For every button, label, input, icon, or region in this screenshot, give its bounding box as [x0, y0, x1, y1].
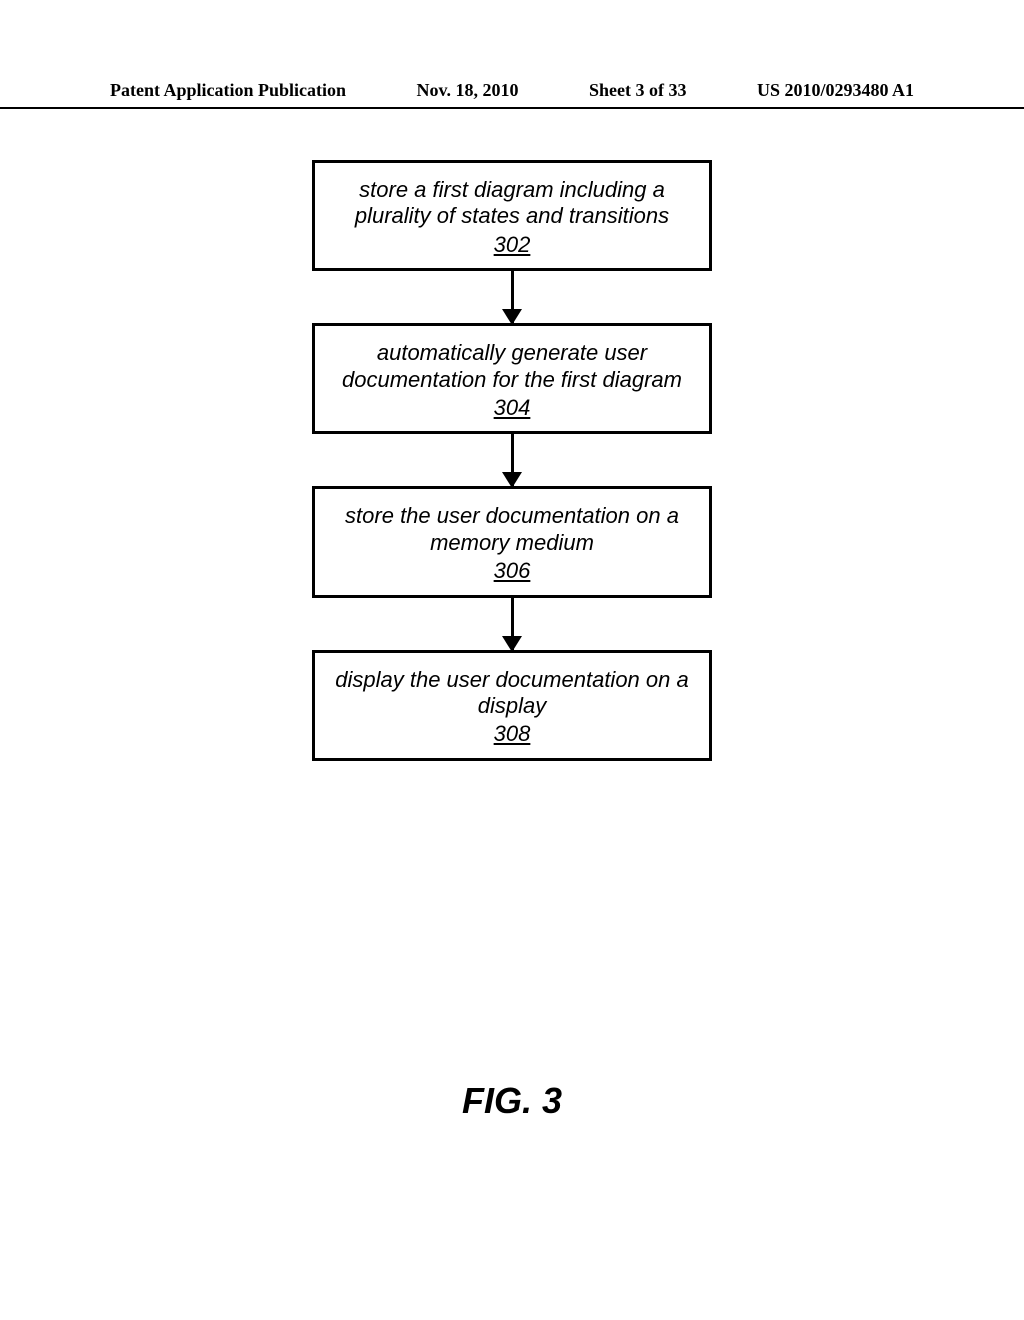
page: Patent Application Publication Nov. 18, …: [0, 0, 1024, 1320]
flow-box-text: automatically generate user documentatio…: [342, 340, 682, 391]
flow-box-308: display the user documentation on a disp…: [312, 650, 712, 761]
flow-box-306: store the user documentation on a memory…: [312, 486, 712, 597]
flow-box-302: store a first diagram including a plural…: [312, 160, 712, 271]
flow-box-text: display the user documentation on a disp…: [335, 667, 688, 718]
figure-label: FIG. 3: [0, 1080, 1024, 1122]
flow-box-text: store the user documentation on a memory…: [345, 503, 679, 554]
page-header: Patent Application Publication Nov. 18, …: [0, 80, 1024, 109]
flow-box-text: store a first diagram including a plural…: [355, 177, 669, 228]
flow-box-304: automatically generate user documentatio…: [312, 323, 712, 434]
pub-date: Nov. 18, 2010: [417, 80, 519, 101]
pub-type: Patent Application Publication: [110, 80, 346, 101]
arrow-icon: [511, 434, 514, 486]
flow-box-num: 306: [325, 558, 699, 584]
flow-box-num: 302: [325, 232, 699, 258]
arrow-icon: [511, 271, 514, 323]
pub-number: US 2010/0293480 A1: [757, 80, 914, 101]
flow-box-num: 304: [325, 395, 699, 421]
arrow-icon: [511, 598, 514, 650]
flow-box-num: 308: [325, 721, 699, 747]
flowchart: store a first diagram including a plural…: [0, 160, 1024, 761]
sheet-number: Sheet 3 of 33: [589, 80, 687, 101]
